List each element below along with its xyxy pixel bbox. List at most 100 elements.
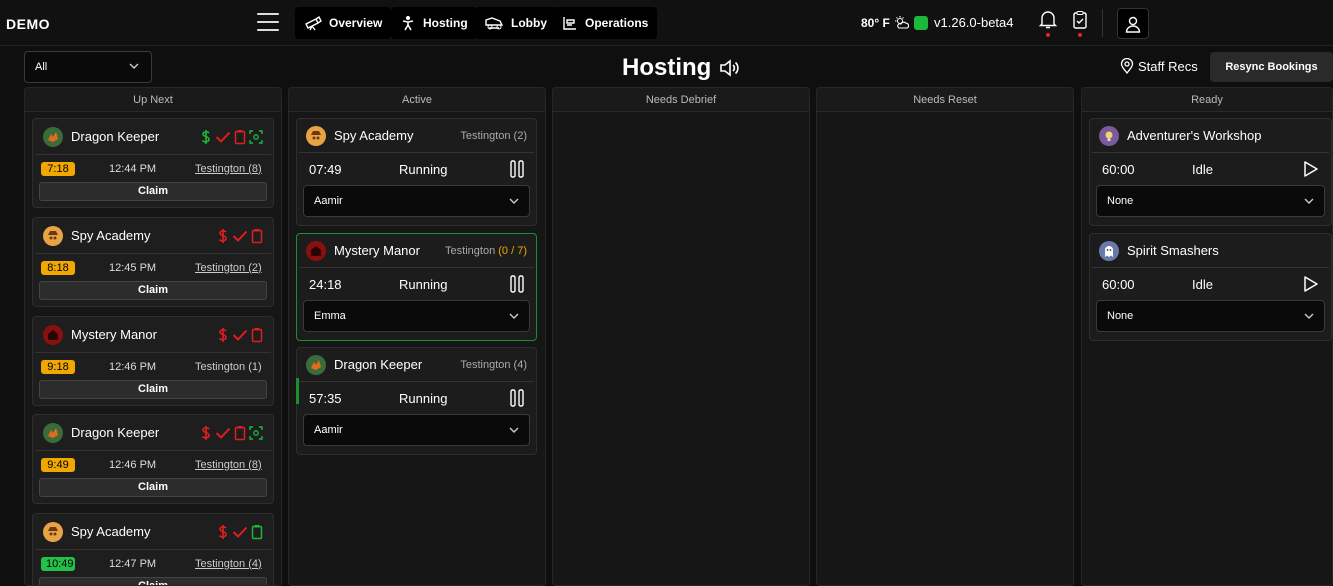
up-next-card[interactable]: Dragon Keeper 7:18 12:44 PM Testington (… [32, 118, 274, 208]
check-icon[interactable] [232, 328, 248, 342]
column-ready: Ready Adventurer's Workshop 60:00 Idle N… [1081, 87, 1333, 586]
version-label: v1.26.0-beta4 [934, 15, 1014, 30]
nav-label: Overview [329, 16, 383, 30]
location-link[interactable]: Testington (8) [195, 163, 262, 175]
check-icon[interactable] [215, 130, 231, 144]
filter-select[interactable]: All [24, 51, 152, 83]
chevron-down-icon [509, 427, 519, 433]
game-timer: 57:35 [309, 390, 342, 406]
user-menu-button[interactable] [1117, 8, 1149, 39]
check-icon[interactable] [215, 426, 231, 440]
nav-lobby-button[interactable]: Lobby [475, 7, 556, 39]
brand-label: DEMO [6, 16, 50, 32]
speaker-icon[interactable] [719, 58, 741, 78]
tasks-button[interactable] [1068, 10, 1092, 37]
clipboard-icon[interactable] [234, 425, 246, 441]
ready-game-card[interactable]: Adventurer's Workshop 60:00 Idle None [1089, 118, 1332, 226]
game-name: Dragon Keeper [334, 357, 423, 372]
host-select-value: None [1107, 195, 1134, 207]
play-icon[interactable] [1303, 160, 1319, 178]
telescope-icon [305, 15, 322, 31]
active-game-card[interactable]: Dragon Keeper Testington (4) 57:35 Runni… [296, 347, 537, 455]
active-game-card[interactable]: Mystery Manor Testington (0 / 7) 24:18 R… [296, 233, 537, 341]
top-bar: DEMO Overview Hosting Lobby Operations 8… [0, 0, 1333, 46]
host-select-value: Aamir [314, 424, 343, 436]
game-status: Idle [1192, 276, 1213, 292]
column-header: Needs Debrief [553, 88, 809, 112]
game-status: Running [399, 276, 448, 292]
dollar-icon[interactable] [200, 425, 212, 441]
player-count: (0 / 7) [498, 244, 527, 257]
game-name: Dragon Keeper [71, 425, 160, 440]
host-select-value: Emma [314, 310, 346, 322]
location-link[interactable]: Testington (8) [195, 459, 262, 471]
spy-academy-game-icon [306, 125, 326, 146]
staff-recs-button[interactable]: Staff Recs [1120, 58, 1198, 74]
claim-button[interactable]: Claim [39, 478, 267, 497]
game-name: Spy Academy [71, 228, 151, 243]
host-select[interactable]: None [1096, 185, 1325, 217]
pause-icon[interactable] [510, 160, 524, 178]
spy-academy-game-icon [43, 225, 63, 246]
claim-button[interactable]: Claim [39, 380, 267, 399]
countdown-badge: 8:18 [41, 260, 75, 275]
clipboard-icon[interactable] [251, 228, 263, 244]
clipboard-icon[interactable] [251, 524, 263, 540]
ghost-game-icon [1099, 240, 1119, 261]
start-time: 12:45 PM [109, 261, 157, 274]
clipboard-icon[interactable] [234, 129, 246, 145]
claim-button[interactable]: Claim [39, 281, 267, 300]
game-name: Spy Academy [334, 128, 414, 143]
nav-label: Operations [585, 16, 649, 30]
nav-operations-button[interactable]: Operations [553, 7, 658, 39]
up-next-card[interactable]: Mystery Manor 9:18 12:46 PM Testington (… [32, 316, 274, 406]
active-game-card[interactable]: Spy Academy Testington (2) 07:49 Running… [296, 118, 537, 226]
column-header: Ready [1082, 88, 1332, 112]
chevron-down-icon [129, 63, 139, 69]
version-indicator: v1.26.0-beta4 [914, 15, 1014, 30]
up-next-card[interactable]: Spy Academy 10:49 12:47 PM Testington (4… [32, 513, 274, 585]
claim-button[interactable]: Claim [39, 577, 267, 585]
location-link[interactable]: Testington (4) [195, 558, 262, 570]
column-header: Needs Reset [817, 88, 1073, 112]
resync-bookings-button[interactable]: Resync Bookings [1210, 52, 1333, 82]
host-select[interactable]: Aamir [303, 414, 530, 446]
alert-dot [1078, 33, 1082, 37]
status-dot-icon [914, 15, 928, 30]
game-name: Adventurer's Workshop [1127, 128, 1262, 143]
pause-icon[interactable] [510, 389, 524, 407]
location-link[interactable]: Testington (2) [195, 262, 262, 274]
host-select[interactable]: None [1096, 300, 1325, 332]
nav-overview-button[interactable]: Overview [295, 7, 392, 39]
host-select-value: Aamir [314, 195, 343, 207]
filter-value: All [35, 61, 48, 73]
ready-game-card[interactable]: Spirit Smashers 60:00 Idle None [1089, 233, 1332, 341]
game-timer: 07:49 [309, 161, 342, 177]
column-needs-reset: Needs Reset [816, 87, 1074, 586]
game-name: Spy Academy [71, 524, 151, 539]
check-icon[interactable] [232, 525, 248, 539]
play-icon[interactable] [1303, 275, 1319, 293]
pause-icon[interactable] [510, 275, 524, 293]
clipboard-icon[interactable] [251, 327, 263, 343]
up-next-card[interactable]: Dragon Keeper 9:49 12:46 PM Testington (… [32, 414, 274, 504]
host-select[interactable]: Aamir [303, 185, 530, 217]
host-select[interactable]: Emma [303, 300, 530, 332]
dollar-icon[interactable] [217, 228, 229, 244]
dollar-icon[interactable] [217, 524, 229, 540]
nav-label: Lobby [511, 16, 547, 30]
check-icon[interactable] [232, 229, 248, 243]
dollar-icon[interactable] [200, 129, 212, 145]
column-needs-debrief: Needs Debrief [552, 87, 810, 586]
claim-button[interactable]: Claim [39, 182, 267, 201]
notifications-button[interactable] [1036, 10, 1060, 37]
game-name: Mystery Manor [334, 243, 420, 258]
scan-icon[interactable] [249, 425, 263, 440]
game-timer: 60:00 [1102, 276, 1135, 292]
scan-icon[interactable] [249, 129, 263, 144]
countdown-badge: 7:18 [41, 161, 75, 176]
up-next-card[interactable]: Spy Academy 8:18 12:45 PM Testington (2)… [32, 217, 274, 307]
menu-icon[interactable] [257, 13, 279, 31]
nav-hosting-button[interactable]: Hosting [391, 7, 477, 39]
dollar-icon[interactable] [217, 327, 229, 343]
